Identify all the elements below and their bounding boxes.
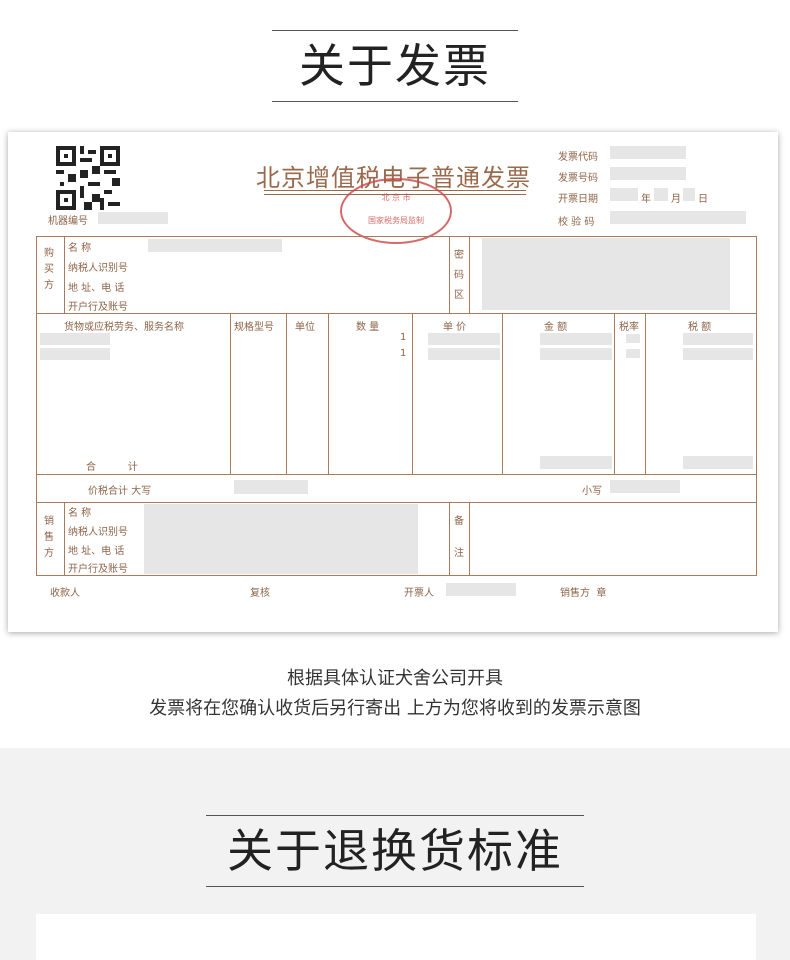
cipher-area-label: 密 码 区 xyxy=(454,250,464,301)
total-in-words-label: 价税合计 大写 xyxy=(88,486,152,497)
col-spec-header: 规格型号 xyxy=(234,322,274,333)
section-title-returns: 关于退换货标准 xyxy=(0,815,790,887)
stamp-text-top: 北 京 市 xyxy=(381,193,411,202)
col-divider-7 xyxy=(645,313,646,474)
seller-seal-label: 销售方 章 xyxy=(560,588,607,599)
total-amount-redacted xyxy=(540,456,612,469)
invoice-date-label: 开票日期 xyxy=(558,194,598,205)
qr-code-icon xyxy=(56,146,120,210)
price-row1-redacted xyxy=(428,333,500,345)
col-divider-1 xyxy=(230,313,231,474)
qty-row2: 1 xyxy=(400,348,407,359)
buyer-section-bottom xyxy=(36,313,757,314)
seller-tax-id-label: 纳税人识别号 xyxy=(68,527,128,538)
cipher-left-divider xyxy=(449,236,450,313)
cipher-area-redacted xyxy=(482,238,730,310)
invoice-sample-image: 机器编号 北京增值税电子普通发票 北 京 市 国家税务局监制 发票代码 发票号码… xyxy=(8,132,778,632)
invoice-caption-line2: 发票将在您确认收货后另行寄出 上方为您将收到的发票示意图 xyxy=(149,698,641,719)
amount-row1-redacted xyxy=(540,333,612,345)
machine-no-label: 机器编号 xyxy=(48,216,88,227)
buyer-bank-label: 开户行及账号 xyxy=(68,302,128,313)
total-in-figures-redacted xyxy=(610,480,680,493)
drawer-label: 开票人 xyxy=(404,588,434,599)
price-row2-redacted xyxy=(428,348,500,360)
invoice-number-label: 发票号码 xyxy=(558,173,598,184)
tax-row2-redacted xyxy=(683,348,753,360)
seller-info-redacted xyxy=(144,504,418,574)
rate-row1-redacted xyxy=(626,334,640,343)
invoice-year-redacted xyxy=(610,188,638,201)
reviewer-label: 复核 xyxy=(250,588,270,599)
remark-label: 备 注 xyxy=(454,516,464,559)
section-title-text: 关于发票 xyxy=(272,30,518,102)
qty-row1: 1 xyxy=(400,332,407,343)
month-label: 月 xyxy=(671,194,681,205)
return-policy-card xyxy=(36,914,756,960)
buyer-name-label: 名 称 xyxy=(68,243,92,254)
stamp-text-bottom: 国家税务局监制 xyxy=(368,216,424,225)
invoice-day-redacted xyxy=(683,188,695,201)
col-goods-header: 货物或应税劳务、服务名称 xyxy=(64,322,184,333)
total-label: 合 计 xyxy=(86,462,138,473)
col-price-header: 单 价 xyxy=(443,322,467,333)
total-in-words-redacted xyxy=(234,480,308,494)
seller-bank-label: 开户行及账号 xyxy=(68,564,128,575)
seller-side-divider xyxy=(64,502,65,576)
buyer-address-label: 地 址、电 话 xyxy=(68,283,125,294)
drawer-name-redacted xyxy=(446,583,516,596)
seller-name-label: 名 称 xyxy=(68,508,92,519)
remark-label-divider xyxy=(469,502,470,576)
section-title-text: 关于退换货标准 xyxy=(206,815,584,887)
remark-left-divider xyxy=(449,502,450,576)
check-code-redacted xyxy=(610,211,746,224)
seller-address-label: 地 址、电 话 xyxy=(68,546,125,557)
invoice-number-value-redacted xyxy=(610,167,686,180)
col-rate-header: 税率 xyxy=(619,322,639,333)
goods-row2-redacted xyxy=(40,348,110,360)
invoice-code-value-redacted xyxy=(610,146,686,159)
section-title-invoice: 关于发票 xyxy=(0,30,790,102)
col-divider-6 xyxy=(614,313,615,474)
col-divider-4 xyxy=(412,313,413,474)
rate-row2-redacted xyxy=(626,349,640,358)
col-divider-2 xyxy=(286,313,287,474)
total-tax-redacted xyxy=(683,456,753,469)
col-divider-5 xyxy=(502,313,503,474)
col-tax-header: 税 额 xyxy=(688,322,712,333)
buyer-name-redacted xyxy=(148,239,282,252)
col-amount-header: 金 额 xyxy=(544,322,568,333)
col-qty-header: 数 量 xyxy=(356,322,380,333)
seller-side-label: 销 售 方 xyxy=(44,516,54,559)
day-label: 日 xyxy=(698,194,708,205)
payee-label: 收款人 xyxy=(50,588,80,599)
invoice-code-label: 发票代码 xyxy=(558,152,598,163)
tax-row1-redacted xyxy=(683,333,753,345)
year-label: 年 xyxy=(641,194,651,205)
tax-bureau-stamp: 北 京 市 国家税务局监制 xyxy=(340,178,452,244)
machine-no-value-redacted xyxy=(98,212,168,224)
total-row-bottom xyxy=(36,502,757,503)
check-code-label: 校 验 码 xyxy=(558,217,595,228)
col-unit-header: 单位 xyxy=(295,322,315,333)
total-row-top xyxy=(36,474,757,475)
amount-row2-redacted xyxy=(540,348,612,360)
buyer-side-label: 购 买 方 xyxy=(44,248,54,291)
col-divider-3 xyxy=(328,313,329,474)
buyer-tax-id-label: 纳税人识别号 xyxy=(68,263,128,274)
buyer-side-divider xyxy=(64,236,65,313)
invoice-caption-line1: 根据具体认证犬舍公司开具 xyxy=(287,668,503,689)
invoice-month-redacted xyxy=(654,188,668,201)
total-in-figures-label: 小写 xyxy=(582,486,602,497)
cipher-label-divider xyxy=(469,236,470,313)
goods-row1-redacted xyxy=(40,333,110,345)
